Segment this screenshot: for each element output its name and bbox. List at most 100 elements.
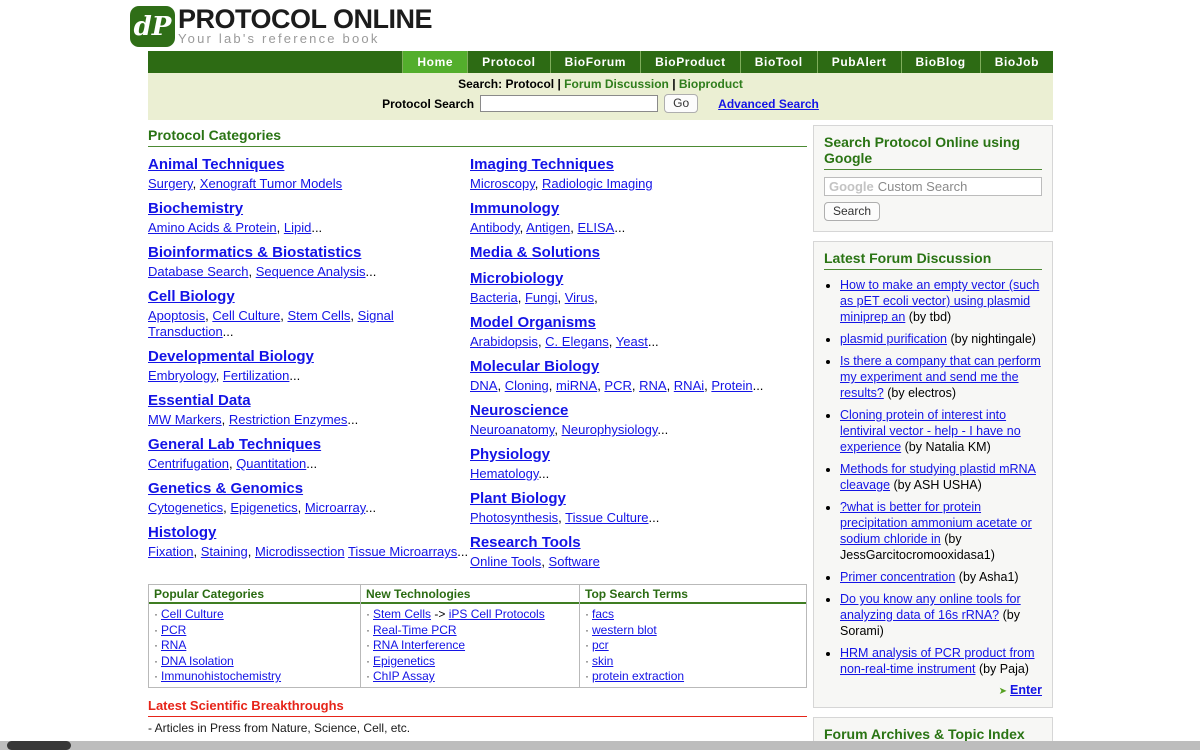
subcategory-link[interactable]: Restriction Enzymes (229, 412, 347, 427)
nav-tab-bioforum[interactable]: BioForum (550, 51, 640, 73)
forum-enter-link[interactable]: Enter (1010, 683, 1042, 697)
subcategory-link[interactable]: Fungi (525, 290, 558, 305)
subcategory-link[interactable]: Arabidopsis (470, 334, 538, 349)
table-item-link[interactable]: skin (592, 654, 613, 668)
subcategory-link[interactable]: Epigenetics (230, 500, 297, 515)
subcategory-link[interactable]: Quantitation (236, 456, 306, 471)
subcategory-link[interactable]: miRNA (556, 378, 597, 393)
subcategory-link[interactable]: Staining (201, 544, 248, 559)
subcategory-link[interactable]: Cell Culture (212, 308, 280, 323)
subcategory-link[interactable]: Fertilization (223, 368, 289, 383)
table-item-link[interactable]: ChIP Assay (373, 669, 435, 683)
forum-topic-link[interactable]: Do you know any online tools for analyzi… (840, 592, 1021, 622)
subcategory-link[interactable]: Database Search (148, 264, 248, 279)
protocol-search-input[interactable] (480, 95, 658, 112)
subcategory-link[interactable]: Centrifugation (148, 456, 229, 471)
advanced-search-link[interactable]: Advanced Search (718, 97, 819, 111)
table-item-link[interactable]: RNA (161, 638, 186, 652)
table-item-link[interactable]: Immunohistochemistry (161, 669, 281, 683)
subcategory-link[interactable]: Xenograft Tumor Models (200, 176, 342, 191)
subcategory-link[interactable]: Stem Cells (287, 308, 350, 323)
subcategory-link[interactable]: Online Tools (470, 554, 541, 569)
subcategory-link[interactable]: Lipid (284, 220, 311, 235)
category-link[interactable]: Genetics & Genomics (148, 480, 303, 497)
nav-tab-biotool[interactable]: BioTool (740, 51, 817, 73)
subcategory-link[interactable]: Antibody (470, 220, 520, 235)
subcategory-link[interactable]: Sequence Analysis (256, 264, 366, 279)
category-link[interactable]: Developmental Biology (148, 348, 314, 365)
forum-topic-link[interactable]: Methods for studying plastid mRNA cleava… (840, 462, 1036, 492)
forum-topic-link[interactable]: HRM analysis of PCR product from non-rea… (840, 646, 1035, 676)
forum-topic-link[interactable]: Is there a company that can perform my e… (840, 354, 1041, 400)
category-link[interactable]: Molecular Biology (470, 358, 599, 375)
table-item-link[interactable]: western blot (592, 623, 657, 637)
go-button[interactable]: Go (664, 94, 698, 113)
nav-tab-bioblog[interactable]: BioBlog (901, 51, 980, 73)
subcategory-link[interactable]: MW Markers (148, 412, 222, 427)
category-link[interactable]: Plant Biology (470, 490, 566, 507)
table-item-link[interactable]: PCR (161, 623, 186, 637)
nav-tab-pubalert[interactable]: PubAlert (817, 51, 901, 73)
subcategory-link[interactable]: Microdissection (255, 544, 345, 559)
nav-tab-biojob[interactable]: BioJob (980, 51, 1053, 73)
subcategory-link[interactable]: DNA (470, 378, 497, 393)
nav-tab-protocol[interactable]: Protocol (467, 51, 549, 73)
subcategory-link[interactable]: PCR (604, 378, 631, 393)
subcategory-link[interactable]: Tissue Microarrays (348, 544, 457, 559)
subcategory-link[interactable]: Hematology (470, 466, 538, 481)
subcategory-link[interactable]: Virus (565, 290, 594, 305)
subcategory-link[interactable]: Microscopy (470, 176, 535, 191)
forum-topic-link[interactable]: Primer concentration (840, 570, 955, 584)
subcategory-link[interactable]: Apoptosis (148, 308, 205, 323)
subcategory-link[interactable]: Photosynthesis (470, 510, 558, 525)
subcategory-link[interactable]: RNA (639, 378, 666, 393)
subcategory-link[interactable]: Neurophysiology (562, 422, 658, 437)
table-item-link[interactable]: Cell Culture (161, 607, 224, 621)
subcategory-link[interactable]: Yeast (616, 334, 648, 349)
subcategory-link[interactable]: ELISA (577, 220, 614, 235)
category-link[interactable]: Microbiology (470, 270, 563, 287)
table-item-link[interactable]: iPS Cell Protocols (449, 607, 545, 621)
subcategory-link[interactable]: Software (549, 554, 600, 569)
category-link[interactable]: Bioinformatics & Biostatistics (148, 244, 361, 261)
category-link[interactable]: Research Tools (470, 534, 581, 551)
table-item-link[interactable]: protein extraction (592, 669, 684, 683)
subcategory-link[interactable]: Cloning (505, 378, 549, 393)
nav-tab-bioproduct[interactable]: BioProduct (640, 51, 740, 73)
subcategory-link[interactable]: RNAi (674, 378, 704, 393)
category-link[interactable]: Model Organisms (470, 314, 596, 331)
subcategory-link[interactable]: Microarray (305, 500, 365, 515)
category-link[interactable]: Essential Data (148, 392, 251, 409)
nav-tab-home[interactable]: Home (402, 51, 467, 73)
subcategory-link[interactable]: Radiologic Imaging (542, 176, 653, 191)
subcategory-link[interactable]: Bacteria (470, 290, 518, 305)
forum-topic-link[interactable]: plasmid purification (840, 332, 947, 346)
table-item-link[interactable]: Real-Time PCR (373, 623, 457, 637)
subcategory-link[interactable]: Antigen (526, 220, 570, 235)
forum-topic-link[interactable]: Cloning protein of interest into lentivi… (840, 408, 1021, 454)
table-item-link[interactable]: pcr (592, 638, 609, 652)
category-link[interactable]: Cell Biology (148, 288, 235, 305)
category-link[interactable]: Immunology (470, 200, 559, 217)
category-link[interactable]: General Lab Techniques (148, 436, 321, 453)
table-item-link[interactable]: DNA Isolation (161, 654, 234, 668)
table-item-link[interactable]: facs (592, 607, 614, 621)
table-item-link[interactable]: Stem Cells (373, 607, 431, 621)
table-item-link[interactable]: Epigenetics (373, 654, 435, 668)
google-search-input[interactable]: Google Custom Search (824, 177, 1042, 196)
subcategory-link[interactable]: Neuroanatomy (470, 422, 554, 437)
category-link[interactable]: Biochemistry (148, 200, 243, 217)
category-link[interactable]: Histology (148, 524, 216, 541)
category-link[interactable]: Neuroscience (470, 402, 568, 419)
subcategory-link[interactable]: Fixation (148, 544, 194, 559)
google-search-button[interactable]: Search (824, 202, 880, 221)
subcategory-link[interactable]: Tissue Culture (565, 510, 648, 525)
subcategory-link[interactable]: C. Elegans (545, 334, 609, 349)
horizontal-scrollbar[interactable] (0, 741, 1200, 750)
subcategory-link[interactable]: Amino Acids & Protein (148, 220, 277, 235)
category-link[interactable]: Media & Solutions (470, 244, 600, 261)
scrollbar-thumb[interactable] (7, 741, 71, 750)
table-item-link[interactable]: RNA Interference (373, 638, 465, 652)
search-scope-forum-link[interactable]: Forum Discussion (564, 77, 669, 91)
subcategory-link[interactable]: Embryology (148, 368, 216, 383)
